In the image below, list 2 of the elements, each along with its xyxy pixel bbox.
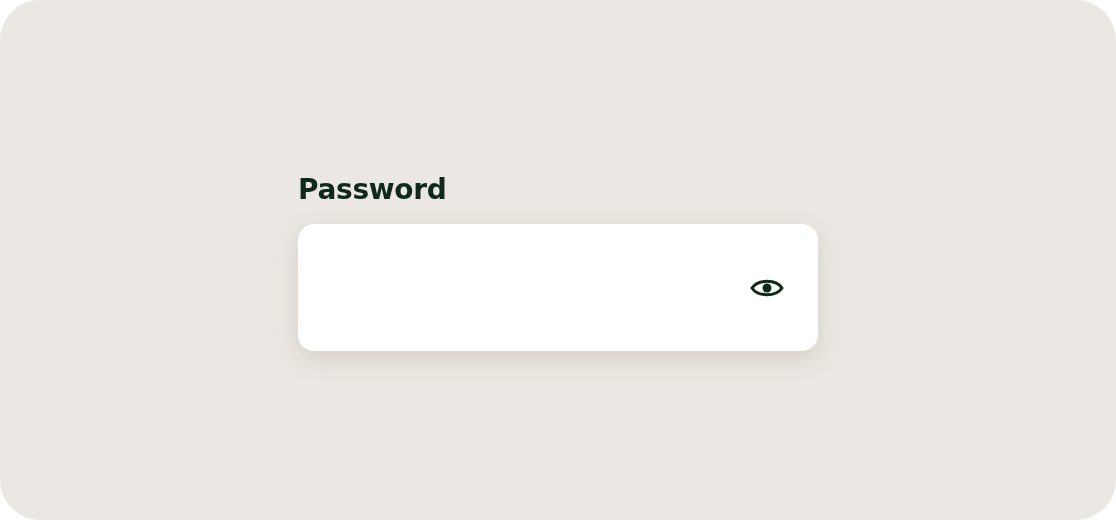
password-field[interactable]	[298, 224, 818, 351]
field-label: Password	[298, 172, 447, 208]
